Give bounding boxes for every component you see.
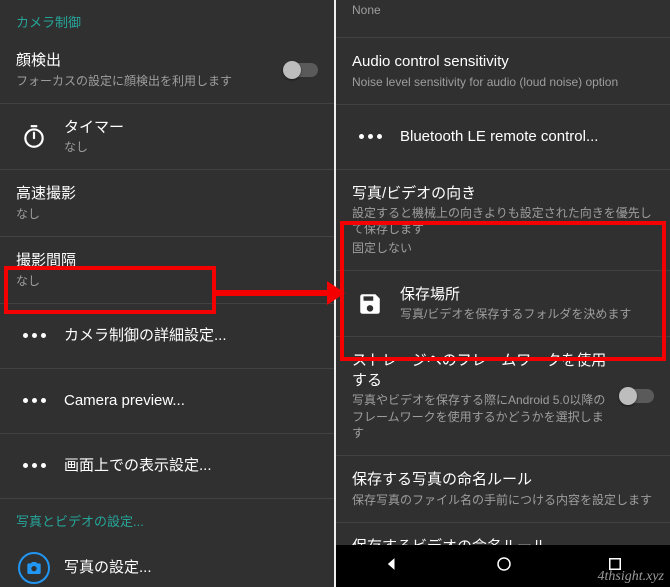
save-title: 保存場所 bbox=[400, 285, 654, 305]
row-camera-more[interactable]: カメラ制御の詳細設定... bbox=[0, 304, 334, 369]
row-highspeed[interactable]: 高速撮影 なし bbox=[0, 170, 334, 237]
photo-name-title: 保存する写真の命名ルール bbox=[352, 470, 654, 490]
row-face-detect[interactable]: 顔検出 フォーカスの設定に顔検出を利用します bbox=[0, 37, 334, 104]
more-icon bbox=[16, 448, 52, 484]
storage-title: ストレージへのフレームワークを使用する bbox=[352, 351, 612, 390]
more-icon bbox=[16, 383, 52, 419]
orient-title: 写真/ビデオの向き bbox=[352, 184, 654, 204]
save-icon bbox=[352, 286, 388, 322]
row-orientation[interactable]: 写真/ビデオの向き 設定すると機械上の向きよりも設定された向きを優先して保存しま… bbox=[336, 170, 670, 271]
video-name-title: 保存するビデオの命名ルール bbox=[352, 537, 654, 545]
row-camera-preview[interactable]: Camera preview... bbox=[0, 369, 334, 434]
red-arrow bbox=[215, 278, 345, 308]
camera-icon bbox=[16, 550, 52, 586]
nav-back[interactable] bbox=[382, 554, 402, 579]
more-icon bbox=[16, 318, 52, 354]
right-screen: None Audio control sensitivity Noise lev… bbox=[336, 0, 670, 587]
more-icon bbox=[352, 119, 388, 155]
photo-settings-label: 写真の設定... bbox=[64, 558, 318, 578]
nav-home[interactable] bbox=[495, 555, 513, 578]
photo-name-sub: 保存写真のファイル名の手前につける内容を設定します bbox=[352, 492, 654, 508]
row-photo-settings[interactable]: 写真の設定... bbox=[0, 536, 334, 587]
camera-more-label: カメラ制御の詳細設定... bbox=[64, 326, 318, 346]
section-header-camera-control: カメラ制御 bbox=[0, 0, 334, 37]
timer-icon bbox=[16, 119, 52, 155]
watermark: 4thsight.xyz bbox=[598, 569, 665, 585]
face-detect-title: 顔検出 bbox=[16, 51, 276, 71]
row-audio-sensitivity[interactable]: Audio control sensitivity Noise level se… bbox=[336, 38, 670, 105]
section-header-photo-video: 写真とビデオの設定... bbox=[0, 499, 334, 536]
timer-title: タイマー bbox=[64, 118, 318, 138]
none-sub: None bbox=[352, 2, 654, 18]
row-timer[interactable]: タイマー なし bbox=[0, 104, 334, 171]
storage-sub: 写真やビデオを保存する際にAndroid 5.0以降のフレームワークを使用するか… bbox=[352, 392, 612, 441]
save-sub: 写真/ビデオを保存するフォルダを決めます bbox=[400, 306, 654, 322]
orient-sub2: 固定しない bbox=[352, 240, 654, 256]
interval-title: 撮影間隔 bbox=[16, 251, 318, 271]
face-detect-switch[interactable] bbox=[284, 63, 318, 77]
display-settings-label: 画面上での表示設定... bbox=[64, 456, 318, 476]
face-detect-sub: フォーカスの設定に顔検出を利用します bbox=[16, 73, 276, 89]
row-display-settings[interactable]: 画面上での表示設定... bbox=[0, 434, 334, 499]
ble-title: Bluetooth LE remote control... bbox=[400, 127, 654, 147]
camera-preview-label: Camera preview... bbox=[64, 391, 318, 411]
row-ble-remote[interactable]: Bluetooth LE remote control... bbox=[336, 105, 670, 170]
highspeed-sub: なし bbox=[16, 206, 318, 222]
storage-switch[interactable] bbox=[620, 389, 654, 403]
row-photo-naming[interactable]: 保存する写真の命名ルール 保存写真のファイル名の手前につける内容を設定します bbox=[336, 456, 670, 523]
orient-sub1: 設定すると機械上の向きよりも設定された向きを優先して保存します bbox=[352, 205, 654, 237]
highspeed-title: 高速撮影 bbox=[16, 184, 318, 204]
audio-sub: Noise level sensitivity for audio (loud … bbox=[352, 74, 654, 90]
row-storage-framework[interactable]: ストレージへのフレームワークを使用する 写真やビデオを保存する際にAndroid… bbox=[336, 337, 670, 456]
row-save-location[interactable]: 保存場所 写真/ビデオを保存するフォルダを決めます bbox=[336, 271, 670, 338]
audio-title: Audio control sensitivity bbox=[352, 52, 654, 72]
timer-sub: なし bbox=[64, 139, 318, 155]
row-none[interactable]: None bbox=[336, 0, 670, 38]
row-video-naming[interactable]: 保存するビデオの命名ルール 保存ビデオのファイル名の手前につける内容を設定します bbox=[336, 523, 670, 545]
